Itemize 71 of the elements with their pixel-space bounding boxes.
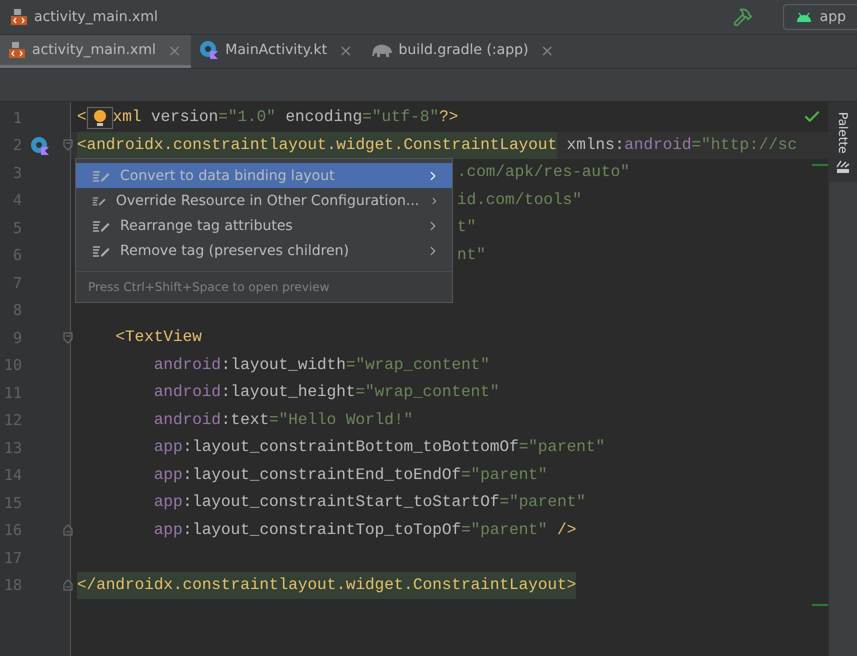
menu-hint: Press Ctrl+Shift+Space to open preview bbox=[76, 271, 452, 302]
code-text: encoding bbox=[284, 107, 362, 128]
code-text: xml bbox=[112, 107, 142, 128]
hammer-icon[interactable] bbox=[732, 7, 753, 27]
code-text: ="wrap_content" bbox=[355, 382, 500, 403]
code-text: ="parent" bbox=[518, 437, 606, 458]
close-icon[interactable]: × bbox=[540, 40, 554, 60]
code-text: ="parent" bbox=[499, 492, 586, 513]
elephant-icon bbox=[370, 42, 392, 58]
activity-gutter-icon bbox=[30, 136, 50, 156]
code-text: android bbox=[152, 382, 222, 403]
kotlin-file-icon bbox=[199, 40, 220, 60]
code-text: ="utf-8" bbox=[362, 107, 440, 128]
code-text: ="parent" bbox=[461, 520, 548, 540]
intention-icon bbox=[92, 244, 110, 258]
menu-item[interactable]: Remove tag (preserves children) bbox=[76, 238, 452, 263]
code-text: ="1.0" bbox=[218, 107, 276, 128]
code-text: ="Hello World!" bbox=[269, 410, 414, 430]
code-text: t" bbox=[457, 217, 476, 238]
code-text: id.com/tools" bbox=[457, 190, 582, 210]
fold-marker-icon[interactable] bbox=[63, 139, 73, 152]
code-text: :layout_constraintTop_toTopOf bbox=[182, 520, 462, 540]
code-text: ="parent" bbox=[461, 464, 548, 486]
code-text: ?> bbox=[439, 107, 458, 128]
menu-item[interactable]: Rearrange tag attributes bbox=[76, 213, 452, 238]
code-text: nt" bbox=[457, 244, 486, 266]
code-text: app bbox=[152, 437, 183, 458]
tab-label: MainActivity.kt bbox=[225, 42, 328, 58]
code-text: app bbox=[152, 464, 183, 486]
code-text: < bbox=[77, 107, 87, 128]
code-text: :layout_constraintEnd_toEndOf bbox=[182, 464, 462, 486]
palette-tab[interactable]: Palette bbox=[829, 102, 857, 182]
code-text: ="wrap_content" bbox=[346, 354, 490, 376]
code-text: :layout_constraintBottom_toBottomOf bbox=[182, 437, 519, 458]
close-icon[interactable]: × bbox=[339, 40, 352, 60]
lightbulb-icon bbox=[92, 108, 107, 127]
intention-bulb-button[interactable] bbox=[86, 106, 113, 129]
fold-marker-icon[interactable] bbox=[63, 579, 73, 592]
code-text: android bbox=[624, 134, 692, 156]
tab-label: build.gradle (:app) bbox=[398, 42, 528, 58]
editor-tab[interactable]: activity_main.xml × bbox=[0, 35, 192, 68]
code-text: version bbox=[150, 107, 218, 128]
code-text: android bbox=[152, 354, 222, 376]
run-configuration-dropdown[interactable]: app bbox=[782, 4, 857, 30]
palette-icon bbox=[836, 160, 850, 174]
code-text: ="http://sc bbox=[692, 134, 798, 156]
code-text: <TextView bbox=[114, 327, 202, 348]
code-text: .com/apk/res-auto" bbox=[457, 162, 630, 183]
xml-file-icon bbox=[8, 41, 26, 59]
menu-item[interactable]: Override Resource in Other Configuration... bbox=[76, 188, 452, 213]
code-text: /> bbox=[556, 520, 576, 540]
code-text: android bbox=[152, 410, 222, 430]
tab-label: activity_main.xml bbox=[32, 42, 156, 58]
code-text: <androidx.constraintlayout.widget.ConstraintLayout bbox=[77, 132, 558, 159]
breadcrumb-file[interactable]: activity_main.xml bbox=[34, 9, 158, 25]
code-text: :text bbox=[221, 410, 270, 430]
code-text: app bbox=[152, 492, 183, 513]
intention-icon bbox=[92, 168, 110, 182]
code-text: </androidx.constraintlayout.widget.ConstraintLayout> bbox=[77, 572, 576, 599]
editor-tab[interactable]: MainActivity.kt × bbox=[191, 35, 362, 68]
code-text: xmlns: bbox=[566, 134, 624, 156]
code-text: app bbox=[152, 520, 183, 540]
intention-icon bbox=[92, 218, 110, 232]
fold-marker-icon[interactable] bbox=[63, 524, 73, 536]
code-text: :layout_width bbox=[221, 354, 346, 376]
code-text: :layout_constraintStart_toStartOf bbox=[182, 492, 500, 513]
xml-file-icon bbox=[10, 8, 28, 26]
fold-marker-icon[interactable] bbox=[63, 332, 73, 344]
code-text: :layout_height bbox=[221, 382, 356, 403]
android-icon bbox=[796, 11, 812, 23]
editor-tab[interactable]: build.gradle (:app) × bbox=[362, 35, 564, 68]
